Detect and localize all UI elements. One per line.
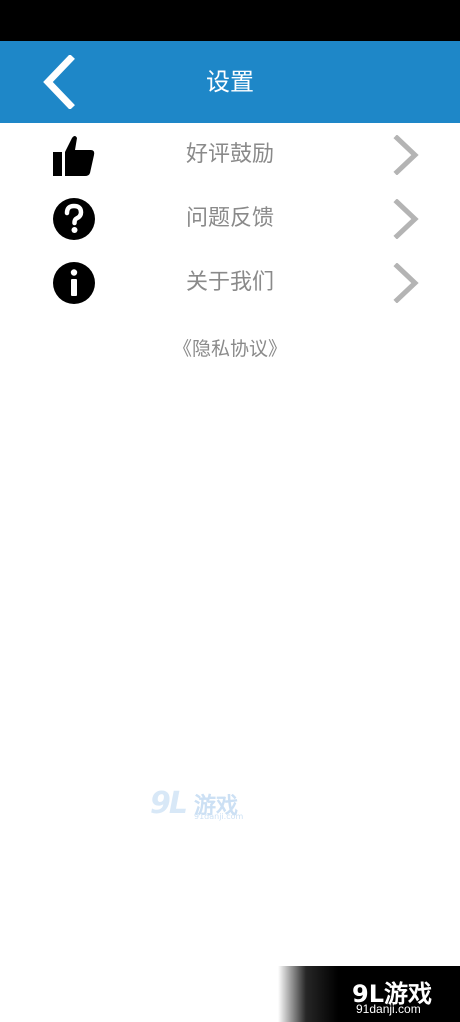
menu-item-feedback[interactable]: 问题反馈	[0, 187, 460, 251]
chevron-right-icon	[390, 263, 422, 303]
watermark-brand-number: 9L	[150, 786, 188, 821]
nav-bar: 设置	[0, 41, 460, 123]
watermark-domain: 91danji.com	[194, 812, 244, 821]
menu-item-rate[interactable]: 好评鼓励	[0, 123, 460, 187]
info-circle-icon	[52, 261, 96, 305]
watermark-logo: 9L 游戏 91danji.com	[150, 786, 250, 826]
menu-item-about[interactable]: 关于我们	[0, 251, 460, 315]
corner-watermark-logo: 9L游戏	[352, 974, 452, 1008]
corner-watermark: 9L游戏 91danji.com	[278, 966, 460, 1022]
question-circle-icon	[52, 197, 96, 241]
chevron-right-icon	[390, 199, 422, 239]
chevron-left-icon	[43, 55, 75, 109]
corner-watermark-domain: 91danji.com	[356, 1002, 421, 1016]
settings-menu: 好评鼓励 问题反馈 关于我们	[0, 123, 460, 315]
chevron-right-icon	[390, 135, 422, 175]
thumbs-up-icon	[52, 133, 96, 177]
settings-screen: 设置 好评鼓励 问题反馈 关于我们 《隐私协议》 9L 游戏 91danji.c…	[0, 0, 460, 1022]
privacy-policy-link[interactable]: 《隐私协议》	[0, 334, 460, 364]
status-bar	[0, 0, 460, 41]
back-button[interactable]	[30, 53, 86, 111]
